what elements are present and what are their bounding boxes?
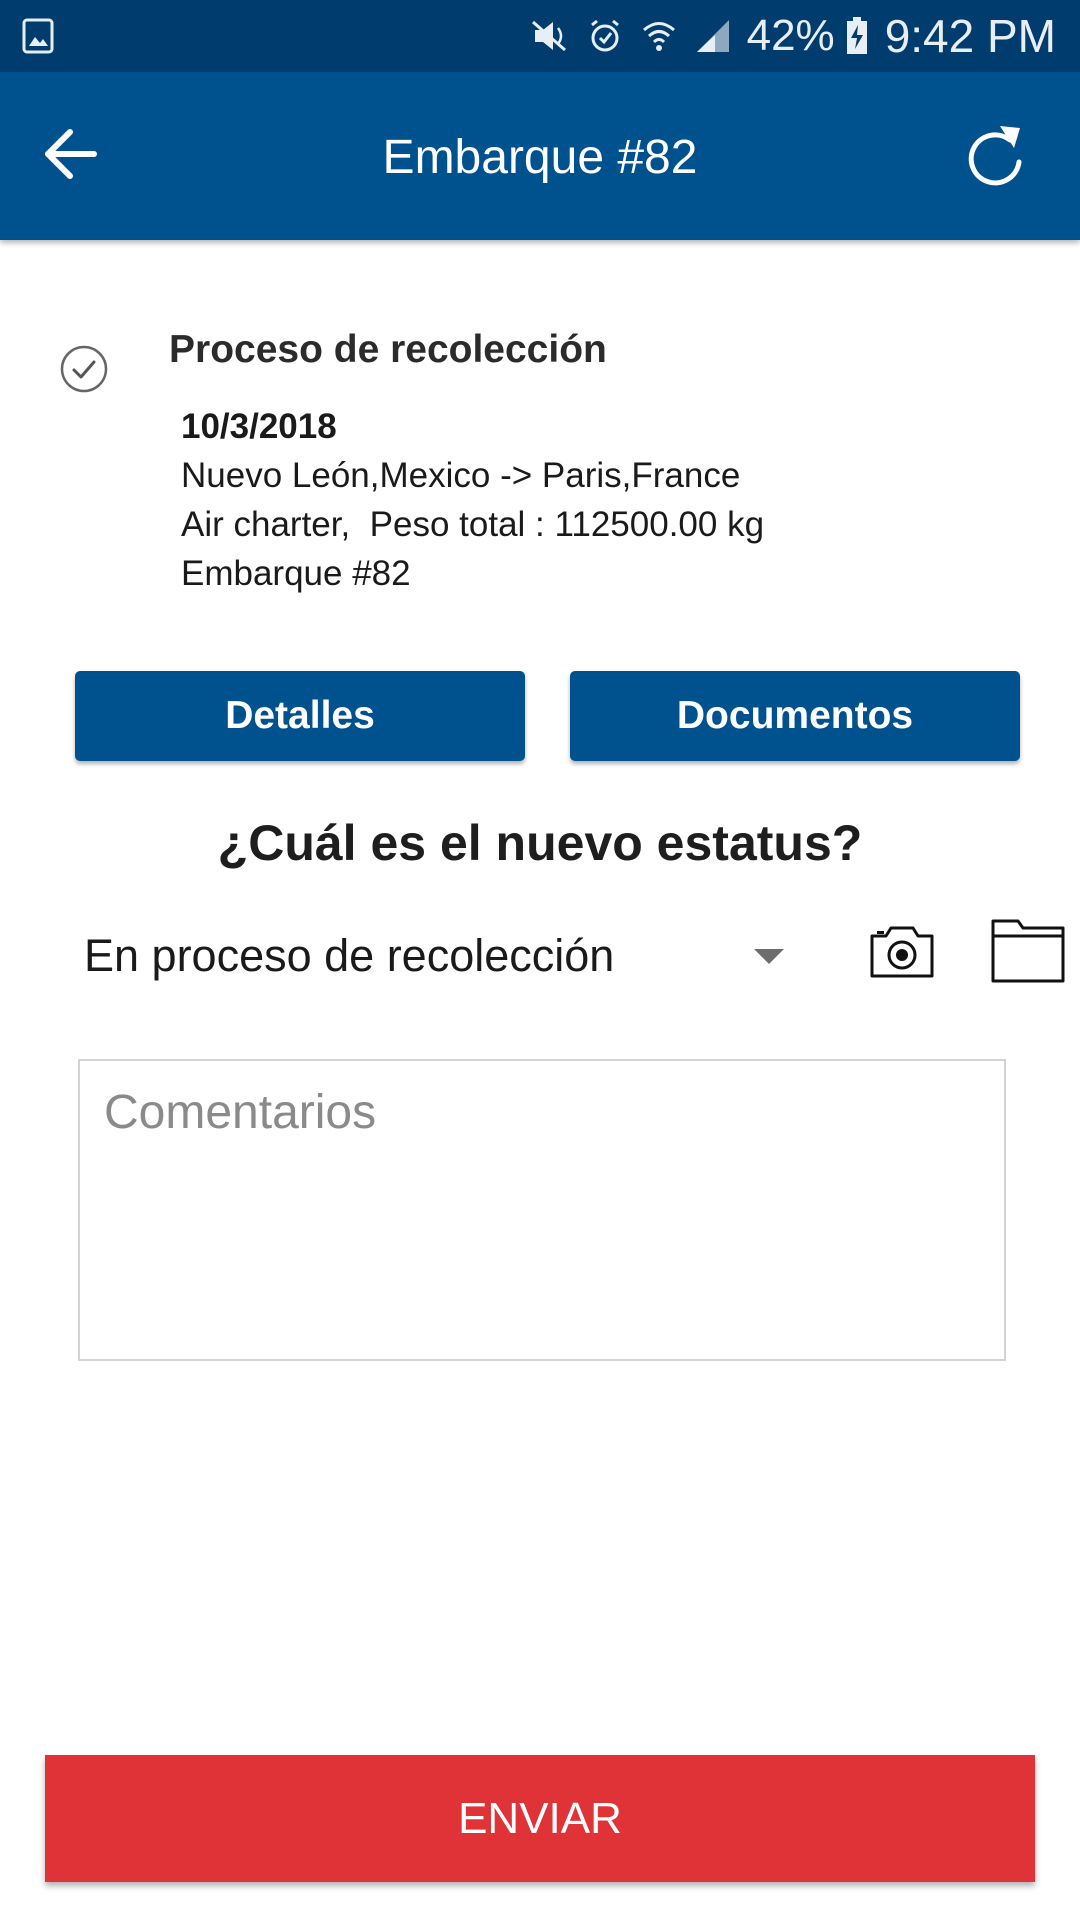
- process-info: 10/3/2018 Nuevo León,Mexico -> Paris,Fra…: [181, 402, 764, 598]
- alarm-icon: [585, 16, 625, 56]
- battery-percent: 42%: [746, 11, 835, 60]
- wifi-icon: [639, 16, 679, 56]
- app-bar: Embarque #82: [0, 72, 1080, 240]
- process-details: Air charter, Peso total : 112500.00 kg: [181, 505, 765, 544]
- refresh-button[interactable]: [960, 118, 1032, 190]
- clock: 9:42 PM: [884, 10, 1056, 62]
- status-question: ¿Cuál es el nuevo estatus?: [217, 815, 863, 871]
- process-date: 10/3/2018: [181, 407, 337, 446]
- folder-icon: [991, 919, 1065, 983]
- process-title: Proceso de recolección: [169, 328, 607, 371]
- send-button[interactable]: ENVIAR: [45, 1755, 1035, 1882]
- chevron-down-icon: [754, 948, 784, 964]
- camera-icon: [870, 926, 934, 978]
- camera-button[interactable]: [868, 922, 936, 980]
- status-icons: 42% 9:42 PM: [531, 0, 1080, 72]
- page-title: Embarque #82: [382, 131, 698, 184]
- process-route: Nuevo León,Mexico -> Paris,France: [181, 456, 741, 495]
- mute-icon: [531, 16, 571, 56]
- refresh-icon: [968, 126, 1022, 186]
- check-circle-icon: [59, 344, 109, 394]
- detalles-button[interactable]: Detalles: [75, 671, 525, 761]
- signal-icon: [693, 16, 733, 56]
- process-shipment: Embarque #82: [181, 554, 411, 593]
- gallery-icon: [22, 18, 54, 54]
- status-selected-value: En proceso de recolección: [84, 930, 615, 981]
- documentos-button[interactable]: Documentos: [570, 671, 1020, 761]
- status-bar: 42% 9:42 PM: [0, 0, 1080, 72]
- folder-button[interactable]: [990, 916, 1066, 984]
- arrow-left-icon: [45, 129, 97, 179]
- comments-field[interactable]: [78, 1059, 1006, 1361]
- status-dropdown[interactable]: En proceso de recolección: [84, 920, 794, 992]
- battery-charging-icon: [845, 16, 869, 56]
- back-button[interactable]: [38, 122, 102, 186]
- screen: 42% 9:42 PM Embarque #82 Proceso de reco…: [0, 0, 1080, 1920]
